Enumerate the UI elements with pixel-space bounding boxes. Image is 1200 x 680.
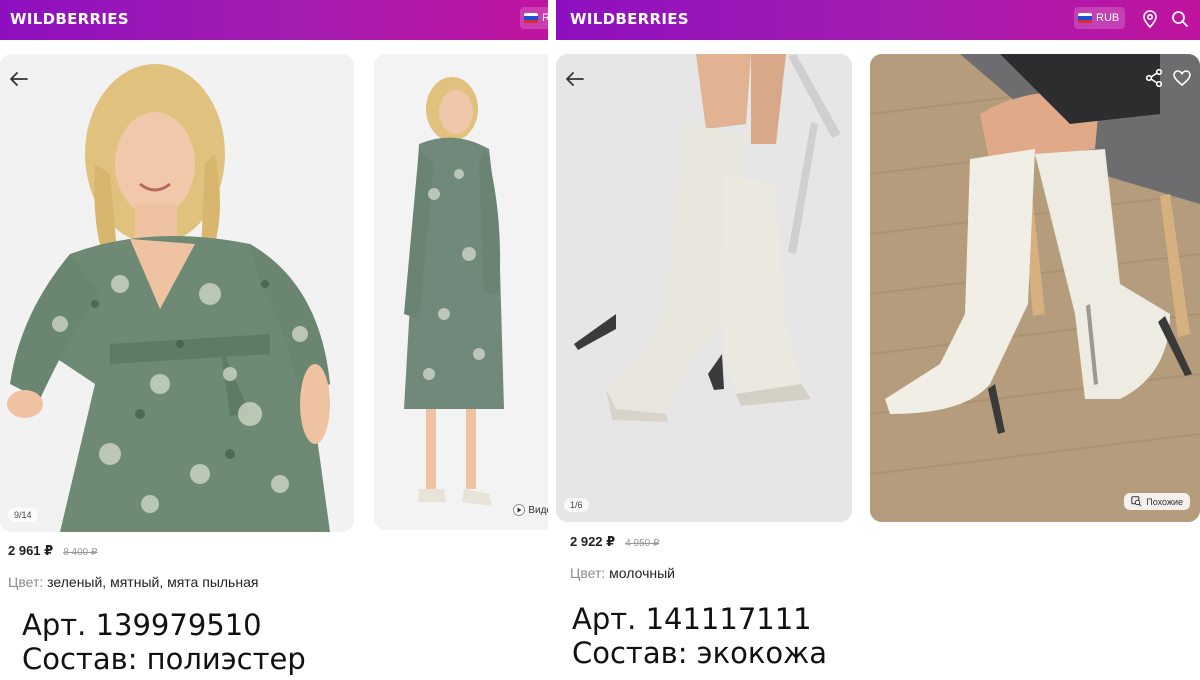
similar-button[interactable]: Похожие [1124,493,1190,510]
old-price: 8 400 ₽ [63,547,98,558]
heart-icon[interactable] [1172,68,1192,88]
search-icon[interactable] [1170,9,1190,29]
brand-logo[interactable]: WILDBERRIES [10,10,129,28]
header-bar: WILDBERRIES RUB [556,0,1200,40]
currency-selector[interactable]: RUB [1074,7,1126,29]
color-label: Цвет: [8,574,44,590]
color-info: Цвет: молочный [570,565,675,581]
composition-caption: Состав: полиэстер [22,642,306,676]
boots-photo-image [556,54,852,522]
color-info: Цвет: зеленый, мятный, мята пыльная [8,574,258,590]
share-icon[interactable] [1144,68,1164,88]
dress-back-photo-image [374,54,548,530]
russia-flag-icon [1078,13,1092,23]
left-screenshot: WILDBERRIES R 9/14 Вид 2 961 ₽ 8 400 ₽ Ц… [0,0,548,680]
color-value: молочный [609,565,675,581]
right-screenshot: WILDBERRIES RUB 1/6 Похожие 2 922 ₽ 4 95… [556,0,1200,680]
price-row: 2 922 ₽ 4 950 ₽ [570,534,659,550]
divider [548,0,556,680]
back-arrow-icon[interactable] [564,68,586,90]
similar-icon [1131,496,1142,507]
similar-label: Похожие [1146,496,1183,507]
currency-label: RUB [1096,12,1120,24]
price-row: 2 961 ₽ 8 400 ₽ [8,543,97,559]
color-value: зеленый, мятный, мята пыльная [47,574,259,590]
product-main-photo[interactable]: 9/14 [0,54,354,532]
color-label: Цвет: [570,565,606,581]
header-bar: WILDBERRIES R [0,0,548,40]
current-price: 2 922 ₽ [570,534,616,549]
currency-selector[interactable]: R [520,7,548,29]
article-caption: Арт. 141117111 [572,602,812,636]
boots-on-carpet-photo-image [870,54,1200,522]
product-side-photo[interactable]: Похожие [870,54,1200,522]
russia-flag-icon [524,13,538,23]
old-price: 4 950 ₽ [625,538,660,549]
photo-counter: 9/14 [8,508,38,522]
video-button[interactable]: Виде [513,504,548,516]
play-icon [513,504,526,516]
product-side-photo[interactable]: Виде [374,54,548,530]
dress-photo-image [0,54,354,532]
product-main-photo[interactable]: 1/6 [556,54,852,522]
location-pin-icon[interactable] [1140,9,1160,29]
current-price: 2 961 ₽ [8,543,54,558]
article-caption: Арт. 139979510 [22,608,262,642]
video-label: Виде [528,504,548,516]
composition-caption: Состав: экокожа [572,636,828,670]
back-arrow-icon[interactable] [8,68,30,90]
brand-logo[interactable]: WILDBERRIES [570,10,689,28]
photo-counter: 1/6 [564,498,589,512]
